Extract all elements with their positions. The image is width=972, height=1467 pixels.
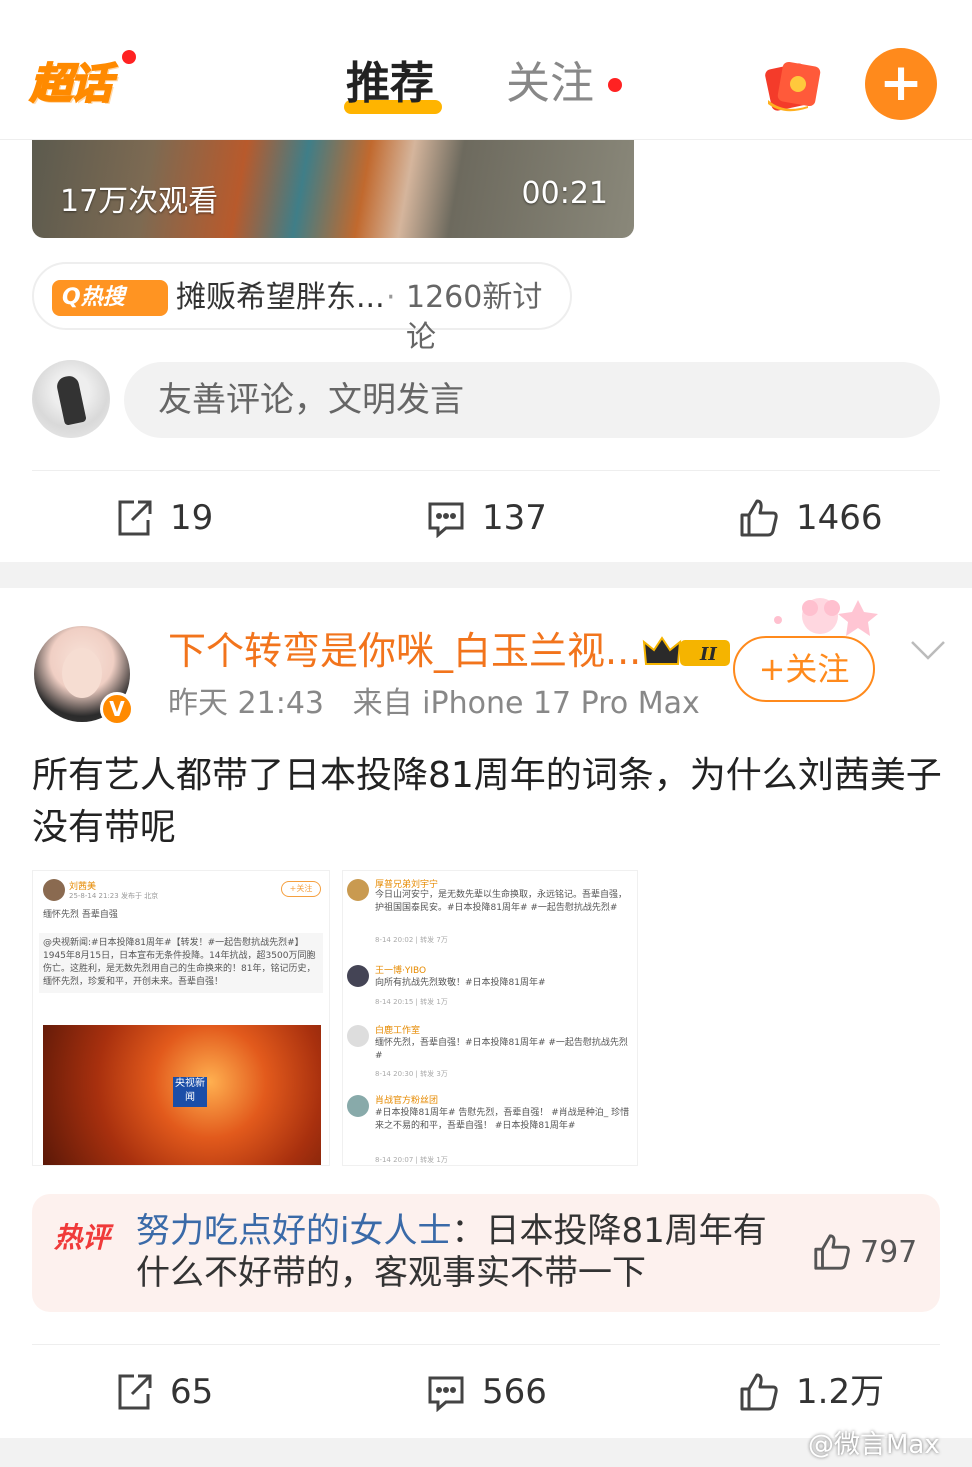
post-image-right[interactable]: 厚普兄弟刘宇宁 今日山河安宁，是无数先辈以生命换取，永远铭记。吾辈自强，护祖国国… xyxy=(342,870,638,1166)
hot-comment-body: 努力吃点好的i女人士：日本投降81周年有什么不好带的，客观事实不带一下 xyxy=(136,1210,776,1294)
img-left-quote: @央视新闻:#日本投降81周年#【转发！#一起告慰抗战先烈#】1945年8月15… xyxy=(39,933,323,993)
comment-button[interactable]: 137 xyxy=(426,496,547,540)
like-button[interactable]: 1466 xyxy=(738,496,883,540)
post-time: 昨天 21:43 xyxy=(168,686,324,721)
repost-count: 65 xyxy=(170,1372,214,1412)
author-name[interactable]: 下个转弯是你咪_白玉兰视... xyxy=(168,626,641,676)
comment-count: 137 xyxy=(482,498,547,538)
crown-level-icon: II xyxy=(642,636,730,666)
post-image-left[interactable]: 刘茜美 25-8-14 21:23 发布于 北京 +关注 缅怀先烈 吾辈自强 @… xyxy=(32,870,330,1166)
hot-comment-like[interactable]: 797 xyxy=(812,1232,917,1272)
hot-search-count: 1260新讨论 xyxy=(406,280,543,355)
top-nav: 超话 推荐 关注 + xyxy=(0,0,972,140)
watermark: @微言Max xyxy=(808,1430,940,1460)
hot-comment-tag: 热评 xyxy=(54,1221,111,1254)
tab-recommend[interactable]: 推荐 xyxy=(346,58,434,110)
like-button[interactable]: 1.2万 xyxy=(738,1370,884,1414)
divider xyxy=(32,470,940,471)
like-count: 1.2万 xyxy=(796,1372,885,1412)
img-right-name-2: 白鹿工作室 xyxy=(375,1026,421,1036)
post-source: 来自 iPhone 17 Pro Max xyxy=(352,686,700,721)
tab-follow[interactable]: 关注 xyxy=(506,58,594,110)
img-right-text-3: #日本投降81周年# 告慰先烈，吾辈自强！ #肖战是种泊_ 珍惜来之不易的和平，… xyxy=(375,1108,630,1131)
fire-photo: 央视新闻 xyxy=(43,1025,321,1165)
repost-icon xyxy=(118,1374,152,1410)
img-right-meta-1: 8-14 20:15 | 转发 1万 xyxy=(375,998,448,1006)
video-duration: 00:21 xyxy=(521,176,608,211)
red-packet-icon[interactable] xyxy=(764,56,822,114)
chevron-down-icon[interactable] xyxy=(910,640,946,660)
anime-mascot-icon xyxy=(774,598,878,636)
img-right-meta-2: 8-14 20:30 | 转发 3万 xyxy=(375,1070,448,1078)
comment-count: 566 xyxy=(482,1372,547,1412)
repost-button[interactable]: 65 xyxy=(114,1370,213,1414)
hot-comment-user[interactable]: 努力吃点好的i女人士 xyxy=(136,1211,451,1251)
hot-search-pill[interactable]: Q热搜 摊贩希望胖东... · 1260新讨论 xyxy=(32,262,572,355)
repost-button[interactable]: 19 xyxy=(114,496,213,540)
thumbs-up-icon xyxy=(740,1373,778,1411)
img-right-meta-0: 8-14 20:02 | 转发 7万 xyxy=(375,936,448,944)
hot-comment[interactable]: 热评 努力吃点好的i女人士：日本投降81周年有什么不好带的，客观事实不带一下 7… xyxy=(32,1194,940,1312)
hot-search-badge: Q热搜 xyxy=(52,280,168,316)
comment-button[interactable]: 566 xyxy=(426,1370,547,1414)
img-left-logo: 央视新闻 xyxy=(173,1077,207,1107)
compose-button[interactable]: + xyxy=(865,48,937,120)
img-right-text-1: 向所有抗战先烈致敬！#日本投降81周年# xyxy=(375,978,546,988)
supertopic-logo-text: 超话 xyxy=(29,58,113,109)
video-views: 17万次观看 xyxy=(60,184,219,219)
like-count: 1466 xyxy=(796,498,883,538)
repost-icon xyxy=(118,500,152,536)
follow-button[interactable]: +关注 xyxy=(733,636,875,702)
img-right-text-0: 今日山河安宁，是无数先辈以生命换取，永远铭记。吾辈自强，护祖国国泰民安。#日本投… xyxy=(375,890,628,913)
hot-search-separator: · xyxy=(386,280,396,315)
img-right-name-1: 王一博·YIBO xyxy=(375,966,427,976)
divider xyxy=(32,1344,940,1345)
verified-badge: V xyxy=(100,692,134,726)
post-meta: 昨天 21:43 来自 iPhone 17 Pro Max xyxy=(168,684,700,724)
notification-dot xyxy=(122,50,136,64)
img-right-meta-3: 8-14 20:07 | 转发 1万 xyxy=(375,1156,448,1164)
follow-notification-dot xyxy=(608,78,622,92)
comment-icon xyxy=(428,502,464,538)
supertopic-logo[interactable]: 超话 xyxy=(29,50,136,112)
my-avatar[interactable] xyxy=(32,360,110,438)
thumbs-up-icon xyxy=(740,499,778,537)
video-thumbnail[interactable]: 17万次观看 00:21 xyxy=(32,130,634,238)
img-left-follow: +关注 xyxy=(281,881,321,897)
img-right-name-3: 肖战官方粉丝团 xyxy=(375,1096,439,1106)
comment-input[interactable]: 友善评论，文明发言 xyxy=(124,362,940,438)
post-text: 所有艺人都带了日本投降81周年的词条，为什么刘茜美子没有带呢 xyxy=(32,755,942,848)
comment-icon xyxy=(428,1376,464,1412)
repost-count: 19 xyxy=(170,498,214,538)
feed-separator xyxy=(0,562,972,588)
img-right-text-2: 缅怀先烈，吾辈自强！#日本投降81周年# #一起告慰抗战先烈# xyxy=(375,1038,628,1061)
level-badge: II xyxy=(699,644,717,665)
img-left-meta: 25-8-14 21:23 发布于 北京 xyxy=(69,892,159,900)
thumbs-up-icon xyxy=(814,1234,850,1270)
hot-comment-like-count: 797 xyxy=(860,1234,918,1270)
hot-search-topic: 摊贩希望胖东... xyxy=(176,280,385,315)
img-left-line1: 缅怀先烈 吾辈自强 xyxy=(43,910,118,920)
